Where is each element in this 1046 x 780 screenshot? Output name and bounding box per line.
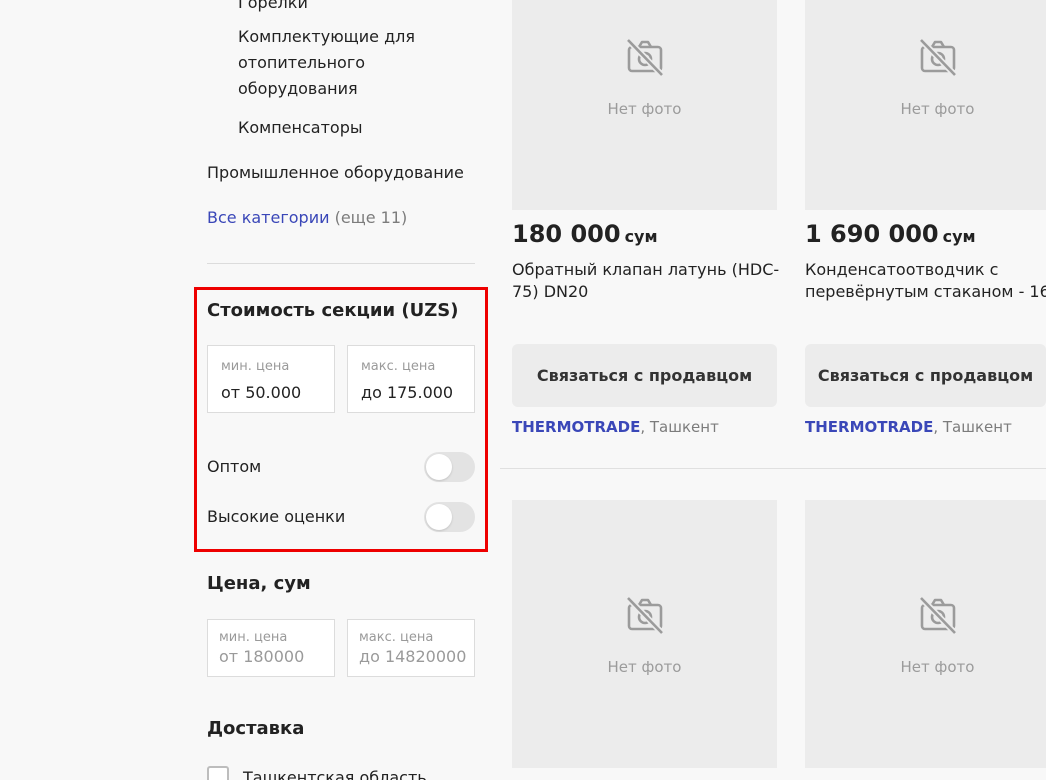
- no-photo-text: Нет фото: [607, 658, 682, 676]
- product-photo-placeholder[interactable]: Нет фото: [512, 0, 777, 210]
- seller-link[interactable]: THERMOTRADE: [805, 418, 933, 436]
- product-name-line: перевёрнутым стаканом - 16...: [805, 282, 1046, 301]
- wholesale-toggle[interactable]: [424, 452, 475, 482]
- section-cost-max-value: до 175.000: [361, 383, 454, 402]
- category-components-line2[interactable]: отопительного: [238, 50, 365, 76]
- product-seller: THERMOTRADE, Ташкент: [805, 418, 1012, 436]
- product-name[interactable]: Обратный клапан латунь (HDC- 75) DN20: [512, 259, 782, 303]
- toggle-knob: [426, 504, 452, 530]
- page: Горелки Комплектующие для отопительного …: [0, 0, 1046, 780]
- section-cost-min-placeholder: мин. цена: [221, 359, 290, 374]
- product-photo-placeholder[interactable]: Нет фото: [512, 500, 777, 768]
- delivery-tashkent-region-checkbox[interactable]: [207, 766, 229, 780]
- product-photo-placeholder[interactable]: Нет фото: [805, 500, 1046, 768]
- toggle-knob: [426, 454, 452, 480]
- price-min-value-placeholder: от 180000: [219, 647, 305, 666]
- price-min-field[interactable]: мин. цена от 180000: [207, 619, 335, 677]
- high-rating-toggle[interactable]: [424, 502, 475, 532]
- price-max-placeholder: макс. цена: [359, 630, 434, 645]
- product-name[interactable]: Конденсатоотводчик с перевёрнутым стакан…: [805, 259, 1046, 303]
- category-components-line3[interactable]: оборудования: [238, 76, 358, 102]
- all-categories-link[interactable]: Все категории: [207, 208, 329, 227]
- category-industrial-equipment[interactable]: Промышленное оборудование: [207, 160, 464, 186]
- section-cost-max-placeholder: макс. цена: [361, 359, 436, 374]
- category-compensators[interactable]: Компенсаторы: [238, 115, 362, 141]
- product-name-line: Конденсатоотводчик с: [805, 260, 999, 279]
- price-currency: сум: [942, 227, 976, 246]
- price-max-field[interactable]: макс. цена до 14820000: [347, 619, 475, 677]
- section-cost-min-value: от 50.000: [221, 383, 302, 402]
- category-gorelki[interactable]: Горелки: [238, 0, 308, 16]
- camera-off-icon: [625, 595, 664, 635]
- price-value: 1 690 000: [805, 220, 939, 248]
- price-min-placeholder: мин. цена: [219, 630, 288, 645]
- price-value: 180 000: [512, 220, 621, 248]
- contact-seller-button[interactable]: Связаться с продавцом: [805, 344, 1046, 407]
- product-price: 1 690 000 сум: [805, 220, 976, 248]
- seller-link[interactable]: THERMOTRADE: [512, 418, 640, 436]
- contact-seller-button[interactable]: Связаться с продавцом: [512, 344, 777, 407]
- section-cost-title: Стоимость секции (UZS): [207, 300, 459, 321]
- all-categories-count: (еще 11): [334, 208, 408, 227]
- product-name-line: Обратный клапан латунь (HDC-: [512, 260, 780, 279]
- product-photo-placeholder[interactable]: Нет фото: [805, 0, 1046, 210]
- camera-off-icon: [918, 595, 957, 635]
- product-name-line: 75) DN20: [512, 282, 589, 301]
- delivery-title: Доставка: [207, 718, 305, 739]
- product-seller: THERMOTRADE, Ташкент: [512, 418, 719, 436]
- all-categories-row: Все категории (еще 11): [207, 205, 407, 231]
- product-price: 180 000 сум: [512, 220, 658, 248]
- seller-city: , Ташкент: [933, 418, 1012, 436]
- sidebar-divider: [207, 263, 475, 264]
- seller-city: , Ташкент: [640, 418, 719, 436]
- row-divider: [500, 468, 1046, 469]
- price-filter-title: Цена, сум: [207, 573, 311, 594]
- section-cost-min-field[interactable]: мин. цена от 50.000: [207, 345, 335, 413]
- category-components-line1[interactable]: Комплектующие для: [238, 24, 415, 50]
- no-photo-text: Нет фото: [900, 100, 975, 118]
- price-max-value-placeholder: до 14820000: [359, 647, 467, 666]
- camera-off-icon: [625, 37, 664, 77]
- no-photo-text: Нет фото: [607, 100, 682, 118]
- camera-off-icon: [918, 37, 957, 77]
- no-photo-text: Нет фото: [900, 658, 975, 676]
- section-cost-max-field[interactable]: макс. цена до 175.000: [347, 345, 475, 413]
- high-rating-label: Высокие оценки: [207, 507, 346, 526]
- wholesale-label: Оптом: [207, 457, 262, 476]
- price-currency: сум: [624, 227, 658, 246]
- delivery-tashkent-region-label[interactable]: Ташкентская область: [243, 765, 427, 780]
